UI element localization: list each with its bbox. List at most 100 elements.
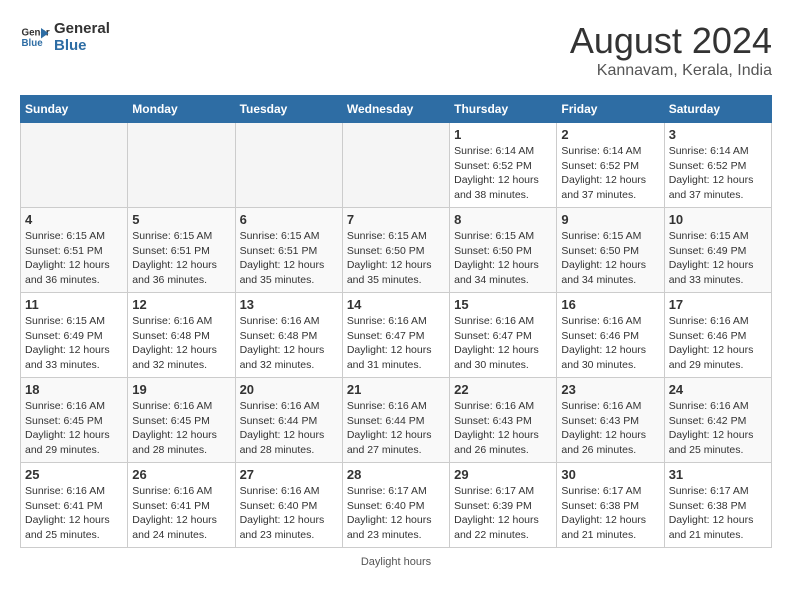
calendar-cell: 31 Sunrise: 6:17 AM Sunset: 6:38 PM Dayli…	[664, 463, 771, 548]
calendar-subtitle: Kannavam, Kerala, India	[570, 62, 772, 80]
day-info: Sunrise: 6:14 AM Sunset: 6:52 PM Dayligh…	[454, 144, 552, 203]
calendar-table: Sunday Monday Tuesday Wednesday Thursday…	[20, 95, 772, 548]
calendar-cell: 26 Sunrise: 6:16 AM Sunset: 6:41 PM Dayli…	[128, 463, 235, 548]
calendar-cell: 19 Sunrise: 6:16 AM Sunset: 6:45 PM Dayli…	[128, 378, 235, 463]
day-info: Sunrise: 6:15 AM Sunset: 6:50 PM Dayligh…	[561, 229, 659, 288]
day-number: 31	[669, 467, 767, 482]
header-thursday: Thursday	[450, 96, 557, 123]
title-block: August 2024 Kannavam, Kerala, India	[570, 20, 772, 80]
day-number: 20	[240, 382, 338, 397]
day-number: 15	[454, 297, 552, 312]
day-number: 7	[347, 212, 445, 227]
day-info: Sunrise: 6:17 AM Sunset: 6:39 PM Dayligh…	[454, 484, 552, 543]
day-number: 27	[240, 467, 338, 482]
calendar-cell: 24 Sunrise: 6:16 AM Sunset: 6:42 PM Dayli…	[664, 378, 771, 463]
calendar-cell: 17 Sunrise: 6:16 AM Sunset: 6:46 PM Dayli…	[664, 293, 771, 378]
calendar-cell: 3 Sunrise: 6:14 AM Sunset: 6:52 PM Daylig…	[664, 123, 771, 208]
calendar-cell: 10Sunrise: 6:15 AM Sunset: 6:49 PM Dayli…	[664, 208, 771, 293]
day-info: Sunrise: 6:16 AM Sunset: 6:40 PM Dayligh…	[240, 484, 338, 543]
calendar-cell: 4Sunrise: 6:15 AM Sunset: 6:51 PM Daylig…	[21, 208, 128, 293]
calendar-cell: 13Sunrise: 6:16 AM Sunset: 6:48 PM Dayli…	[235, 293, 342, 378]
day-info: Sunrise: 6:16 AM Sunset: 6:44 PM Dayligh…	[240, 399, 338, 458]
header-sunday: Sunday	[21, 96, 128, 123]
header-saturday: Saturday	[664, 96, 771, 123]
day-info: Sunrise: 6:17 AM Sunset: 6:40 PM Dayligh…	[347, 484, 445, 543]
day-info: Sunrise: 6:16 AM Sunset: 6:41 PM Dayligh…	[132, 484, 230, 543]
calendar-title: August 2024	[570, 20, 772, 62]
calendar-cell: 29 Sunrise: 6:17 AM Sunset: 6:39 PM Dayli…	[450, 463, 557, 548]
day-info: Sunrise: 6:16 AM Sunset: 6:43 PM Dayligh…	[454, 399, 552, 458]
calendar-cell	[128, 123, 235, 208]
day-info: Sunrise: 6:16 AM Sunset: 6:47 PM Dayligh…	[454, 314, 552, 373]
page-header: General Blue General Blue August 2024 Ka…	[20, 20, 772, 80]
calendar-week-5: 25Sunrise: 6:16 AM Sunset: 6:41 PM Dayli…	[21, 463, 772, 548]
day-number: 17	[669, 297, 767, 312]
day-number: 6	[240, 212, 338, 227]
day-number: 28	[347, 467, 445, 482]
calendar-cell: 12 Sunrise: 6:16 AM Sunset: 6:48 PM Dayli…	[128, 293, 235, 378]
day-info: Sunrise: 6:16 AM Sunset: 6:44 PM Dayligh…	[347, 399, 445, 458]
calendar-cell: 25Sunrise: 6:16 AM Sunset: 6:41 PM Dayli…	[21, 463, 128, 548]
day-info: Sunrise: 6:15 AM Sunset: 6:51 PM Dayligh…	[240, 229, 338, 288]
logo-general: General	[54, 20, 110, 37]
calendar-cell: 20 Sunrise: 6:16 AM Sunset: 6:44 PM Dayli…	[235, 378, 342, 463]
calendar-cell: 11Sunrise: 6:15 AM Sunset: 6:49 PM Dayli…	[21, 293, 128, 378]
calendar-cell: 15 Sunrise: 6:16 AM Sunset: 6:47 PM Dayli…	[450, 293, 557, 378]
day-number: 5	[132, 212, 230, 227]
day-info: Sunrise: 6:16 AM Sunset: 6:42 PM Dayligh…	[669, 399, 767, 458]
day-info: Sunrise: 6:14 AM Sunset: 6:52 PM Dayligh…	[561, 144, 659, 203]
day-info: Sunrise: 6:16 AM Sunset: 6:48 PM Dayligh…	[132, 314, 230, 373]
calendar-week-3: 11Sunrise: 6:15 AM Sunset: 6:49 PM Dayli…	[21, 293, 772, 378]
calendar-cell	[342, 123, 449, 208]
day-number: 8	[454, 212, 552, 227]
day-number: 21	[347, 382, 445, 397]
day-number: 10	[669, 212, 767, 227]
calendar-cell: 22 Sunrise: 6:16 AM Sunset: 6:43 PM Dayli…	[450, 378, 557, 463]
day-number: 23	[561, 382, 659, 397]
calendar-cell: 8 Sunrise: 6:15 AM Sunset: 6:50 PM Daylig…	[450, 208, 557, 293]
calendar-cell: 27 Sunrise: 6:16 AM Sunset: 6:40 PM Dayli…	[235, 463, 342, 548]
day-number: 19	[132, 382, 230, 397]
calendar-cell: 6 Sunrise: 6:15 AM Sunset: 6:51 PM Daylig…	[235, 208, 342, 293]
day-info: Sunrise: 6:14 AM Sunset: 6:52 PM Dayligh…	[669, 144, 767, 203]
logo-icon: General Blue	[20, 22, 50, 52]
day-number: 14	[347, 297, 445, 312]
header-wednesday: Wednesday	[342, 96, 449, 123]
calendar-week-2: 4Sunrise: 6:15 AM Sunset: 6:51 PM Daylig…	[21, 208, 772, 293]
day-number: 22	[454, 382, 552, 397]
calendar-cell: 28 Sunrise: 6:17 AM Sunset: 6:40 PM Dayli…	[342, 463, 449, 548]
calendar-cell: 23 Sunrise: 6:16 AM Sunset: 6:43 PM Dayli…	[557, 378, 664, 463]
calendar-cell: 21 Sunrise: 6:16 AM Sunset: 6:44 PM Dayli…	[342, 378, 449, 463]
calendar-week-4: 18Sunrise: 6:16 AM Sunset: 6:45 PM Dayli…	[21, 378, 772, 463]
day-info: Sunrise: 6:15 AM Sunset: 6:51 PM Dayligh…	[25, 229, 123, 288]
header-tuesday: Tuesday	[235, 96, 342, 123]
day-info: Sunrise: 6:16 AM Sunset: 6:45 PM Dayligh…	[25, 399, 123, 458]
day-info: Sunrise: 6:15 AM Sunset: 6:50 PM Dayligh…	[347, 229, 445, 288]
day-info: Sunrise: 6:17 AM Sunset: 6:38 PM Dayligh…	[669, 484, 767, 543]
day-info: Sunrise: 6:16 AM Sunset: 6:41 PM Dayligh…	[25, 484, 123, 543]
calendar-cell: 7 Sunrise: 6:15 AM Sunset: 6:50 PM Daylig…	[342, 208, 449, 293]
day-number: 3	[669, 127, 767, 142]
svg-text:Blue: Blue	[22, 38, 44, 49]
day-number: 24	[669, 382, 767, 397]
day-info: Sunrise: 6:17 AM Sunset: 6:38 PM Dayligh…	[561, 484, 659, 543]
day-number: 16	[561, 297, 659, 312]
day-info: Sunrise: 6:15 AM Sunset: 6:50 PM Dayligh…	[454, 229, 552, 288]
calendar-cell: 18Sunrise: 6:16 AM Sunset: 6:45 PM Dayli…	[21, 378, 128, 463]
day-number: 30	[561, 467, 659, 482]
header-monday: Monday	[128, 96, 235, 123]
day-number: 26	[132, 467, 230, 482]
calendar-cell: 5Sunrise: 6:15 AM Sunset: 6:51 PM Daylig…	[128, 208, 235, 293]
day-number: 29	[454, 467, 552, 482]
day-info: Sunrise: 6:16 AM Sunset: 6:45 PM Dayligh…	[132, 399, 230, 458]
calendar-cell: 14 Sunrise: 6:16 AM Sunset: 6:47 PM Dayli…	[342, 293, 449, 378]
calendar-cell: 2Sunrise: 6:14 AM Sunset: 6:52 PM Daylig…	[557, 123, 664, 208]
day-info: Sunrise: 6:16 AM Sunset: 6:43 PM Dayligh…	[561, 399, 659, 458]
footer: Daylight hours	[20, 556, 772, 568]
day-info: Sunrise: 6:16 AM Sunset: 6:46 PM Dayligh…	[561, 314, 659, 373]
day-number: 12	[132, 297, 230, 312]
day-info: Sunrise: 6:16 AM Sunset: 6:47 PM Dayligh…	[347, 314, 445, 373]
day-info: Sunrise: 6:16 AM Sunset: 6:48 PM Dayligh…	[240, 314, 338, 373]
day-info: Sunrise: 6:16 AM Sunset: 6:46 PM Dayligh…	[669, 314, 767, 373]
logo: General Blue General Blue	[20, 20, 110, 54]
